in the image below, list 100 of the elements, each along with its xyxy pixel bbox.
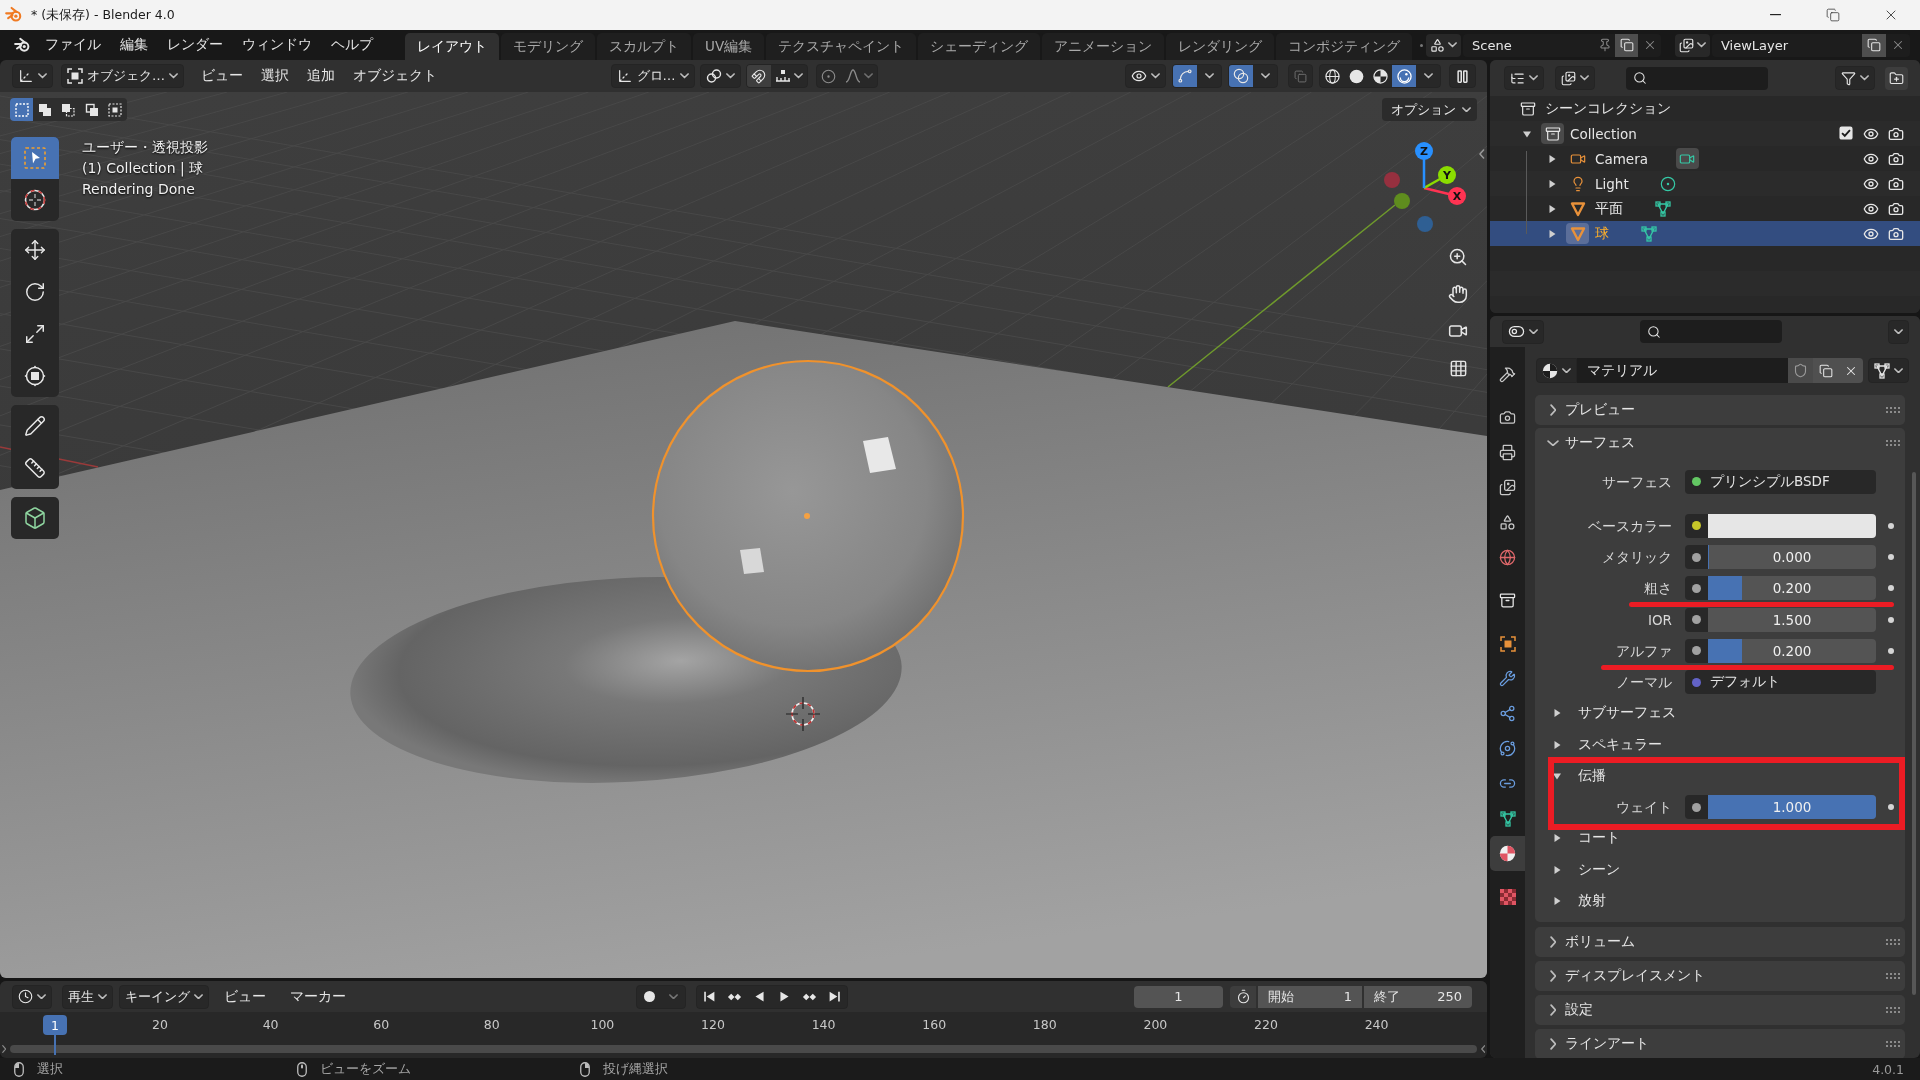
- subpanel-header[interactable]: コート: [1535, 822, 1905, 854]
- xray-toggle[interactable]: [1288, 64, 1313, 88]
- properties-tab[interactable]: [1490, 836, 1525, 871]
- view-layer-name-field[interactable]: ViewLayer: [1712, 33, 1862, 57]
- workspace-tab[interactable]: モデリング: [501, 33, 595, 60]
- menu-item[interactable]: 編集: [112, 33, 156, 57]
- new-material-button[interactable]: [1813, 358, 1838, 383]
- search-field[interactable]: [1626, 66, 1768, 90]
- frame-start-field[interactable]: 開始 1: [1258, 985, 1362, 1008]
- display-mode-dropdown[interactable]: [1504, 66, 1544, 90]
- axis-handle[interactable]: Y: [1423, 166, 1456, 190]
- select-mode-button[interactable]: [10, 98, 34, 121]
- editor-type-button[interactable]: [12, 984, 52, 1009]
- menu-item[interactable]: ウィンドウ: [234, 33, 320, 57]
- keyframe-dot-icon[interactable]: [1887, 522, 1894, 529]
- scene-browse-button[interactable]: [1426, 33, 1461, 57]
- preview-range-button[interactable]: [1230, 985, 1256, 1008]
- workspace-tab[interactable]: スカルプト: [597, 33, 691, 60]
- material-name-field[interactable]: マテリアル: [1577, 358, 1788, 383]
- fake-user-button[interactable]: [1788, 358, 1813, 383]
- frame-end-field[interactable]: 終了 250: [1364, 985, 1472, 1008]
- socket-button[interactable]: [1685, 545, 1708, 570]
- subpanel-header[interactable]: シーン: [1535, 854, 1905, 886]
- panel-header[interactable]: プレビュー: [1535, 395, 1905, 425]
- menu-item[interactable]: ビュー: [192, 64, 252, 88]
- color-swatch[interactable]: [1708, 513, 1876, 538]
- snap-toggle[interactable]: [746, 65, 771, 87]
- unlink-material-button[interactable]: [1838, 358, 1863, 383]
- input-link-field[interactable]: デフォルト: [1685, 670, 1876, 695]
- number-field[interactable]: 1.500: [1708, 607, 1876, 632]
- scene-name-field[interactable]: Scene: [1463, 33, 1594, 57]
- keyframe-dot-icon[interactable]: [1887, 647, 1894, 654]
- socket-button[interactable]: [1685, 638, 1708, 663]
- filter-dropdown[interactable]: [1835, 66, 1875, 90]
- view-layer-filter-dropdown[interactable]: [1555, 66, 1595, 90]
- workspace-tab[interactable]: テクスチャペイント: [766, 33, 917, 60]
- pause-button[interactable]: [1449, 64, 1476, 88]
- subpanel-header[interactable]: サブサーフェス: [1535, 697, 1905, 729]
- workspace-tab[interactable]: レイアウト: [405, 33, 499, 60]
- subpanel-header[interactable]: 伝播: [1535, 760, 1905, 792]
- menu-item[interactable]: レンダー: [159, 33, 231, 57]
- subpanel-header[interactable]: スペキュラー: [1535, 729, 1905, 761]
- link-target-dropdown[interactable]: [1868, 358, 1909, 383]
- menu-dropdown[interactable]: キーイング: [119, 984, 209, 1009]
- value-slider[interactable]: 1.000: [1708, 795, 1876, 820]
- value-slider[interactable]: 0.200: [1708, 576, 1876, 601]
- menu-item[interactable]: 追加: [298, 64, 344, 88]
- menu-item[interactable]: ヘルプ: [323, 33, 381, 57]
- editor-type-button[interactable]: [1502, 319, 1544, 344]
- axis-handle[interactable]: [1394, 193, 1410, 209]
- menu-item[interactable]: 選択: [252, 64, 298, 88]
- visibility-dropdown[interactable]: [1125, 64, 1166, 88]
- delete-view-layer-button[interactable]: [1886, 33, 1910, 57]
- socket-button[interactable]: [1685, 576, 1708, 601]
- sidebar-toggle[interactable]: [1478, 148, 1486, 160]
- options-dropdown[interactable]: オプション: [1382, 98, 1477, 121]
- gizmo-toggle[interactable]: [1173, 65, 1197, 87]
- menu-dropdown[interactable]: 再生: [62, 984, 113, 1009]
- axis-handle[interactable]: [1417, 216, 1433, 232]
- menu-item[interactable]: ビュー: [215, 984, 275, 1009]
- socket-button[interactable]: [1685, 607, 1708, 632]
- keyframe-dot-icon[interactable]: [1887, 554, 1894, 561]
- workspace-tab[interactable]: レンダリング: [1166, 33, 1275, 60]
- value-slider[interactable]: 0.200: [1708, 638, 1876, 663]
- material-browse-button[interactable]: [1536, 358, 1577, 383]
- new-collection-button[interactable]: [1885, 66, 1908, 90]
- axis-handle[interactable]: Z: [1415, 142, 1433, 188]
- workspace-tab[interactable]: シェーディング: [918, 33, 1041, 60]
- axis-handle[interactable]: [1384, 172, 1400, 188]
- workspace-tab[interactable]: UV編集: [693, 33, 765, 60]
- menu-item[interactable]: マーカー: [281, 984, 355, 1009]
- keyframe-dot-icon[interactable]: [1887, 804, 1894, 811]
- timeline-scrollbar[interactable]: [10, 1044, 1477, 1053]
- scrollbar[interactable]: [1912, 472, 1916, 995]
- panel-header[interactable]: ディスプレイスメント: [1535, 960, 1905, 991]
- keyframe-dot-icon[interactable]: [1887, 616, 1894, 623]
- editor-type-button[interactable]: [12, 64, 53, 88]
- mode-dropdown[interactable]: オブジェク…: [61, 64, 184, 88]
- options-dropdown[interactable]: [1888, 319, 1909, 344]
- new-view-layer-button[interactable]: [1862, 33, 1886, 57]
- new-scene-button[interactable]: [1615, 33, 1638, 57]
- socket-button[interactable]: [1685, 513, 1708, 538]
- pin-button[interactable]: [1594, 33, 1615, 57]
- menu-item[interactable]: ファイル: [37, 33, 109, 57]
- workspace-tab[interactable]: コンポジティング: [1276, 33, 1413, 60]
- socket-button[interactable]: [1685, 795, 1708, 820]
- keyframe-dot-icon[interactable]: [1887, 585, 1894, 592]
- menu-item[interactable]: オブジェクト: [344, 64, 446, 88]
- view-layer-browse-button[interactable]: [1675, 33, 1710, 57]
- overlay-toggle[interactable]: [1229, 65, 1253, 87]
- shader-field[interactable]: プリンシプルBSDF: [1685, 469, 1876, 494]
- current-frame-field[interactable]: 1: [1134, 985, 1223, 1008]
- workspace-tab[interactable]: アニメーション: [1042, 33, 1165, 60]
- outliner-row[interactable]: 球: [1490, 221, 1920, 246]
- orientation-dropdown[interactable]: グロ…: [610, 64, 695, 88]
- value-slider[interactable]: 0.000: [1708, 545, 1876, 570]
- panel-header[interactable]: ラインアート: [1535, 1028, 1905, 1058]
- panel-header[interactable]: ボリューム: [1535, 926, 1905, 957]
- subpanel-header[interactable]: 放射: [1535, 885, 1905, 917]
- search-field[interactable]: [1640, 320, 1782, 343]
